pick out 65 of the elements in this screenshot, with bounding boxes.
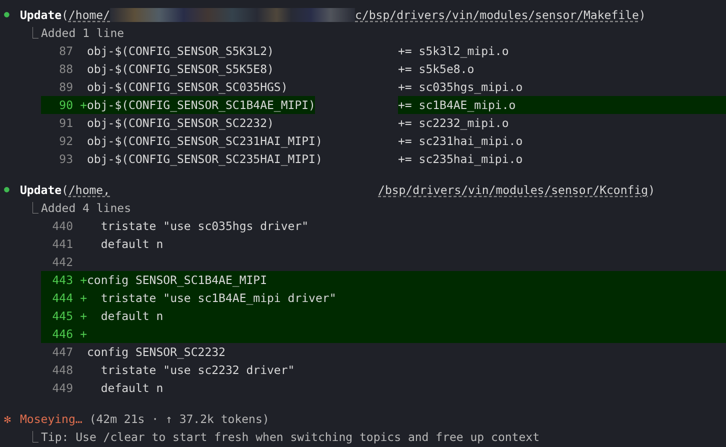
code-text: obj-$(CONFIG_SENSOR_SC235HAI_MIPI) [87,151,322,168]
line-number: 444 [51,290,73,307]
code-text: += sc1B4AE_mipi.o [398,98,516,112]
line-number: 443 [51,272,73,289]
code-text: += sc235hai_mipi.o [398,152,523,166]
tree-branch-icon: ⎿ [0,199,41,217]
action-label: Update [20,7,62,24]
file-path[interactable]: c/bsp/drivers/vin/modules/sensor/Makefile [355,6,639,24]
file-path[interactable]: /home/ [68,6,110,24]
line-number: 445 [51,308,73,325]
code-text: obj-$(CONFIG_SENSOR_SC2232) [87,115,274,132]
spinner-icon: ✻ [0,410,20,428]
line-number: 93 [58,151,73,168]
paren: ) [648,182,655,199]
tree-branch-icon: ⎿ [0,428,41,446]
code-text: config SENSOR_SC1B4AE_MIPI [87,272,268,289]
line-number: 449 [51,380,73,397]
code-text: tristate "use sc035hgs driver" [100,218,309,235]
line-number: 92 [58,133,73,150]
diff-sign: + [79,308,87,325]
line-number: 91 [58,115,73,132]
code-text: obj-$(CONFIG_SENSOR_SC035HGS) [87,79,288,96]
code-text: obj-$(CONFIG_SENSOR_S5K5E8) [87,61,274,78]
line-number: 87 [58,43,73,60]
file-path[interactable]: /bsp/drivers/vin/modules/sensor/Kconfig [378,181,648,199]
status-dot: ● [3,9,10,22]
line-number: 90 [58,97,73,114]
code-text: += s5k3l2_mipi.o [398,44,509,58]
diff-summary: Added 1 line [41,25,124,42]
diff-summary: Added 4 lines [41,200,132,217]
code-text: obj-$(CONFIG_SENSOR_S5K3L2) [87,43,274,60]
paren: ) [638,7,646,24]
code-text: default n [100,236,164,253]
status-detail: (42m 21s · ↑ 37.2k tokens) [89,411,270,428]
code-text: tristate "use sc2232 driver" [100,362,295,379]
line-number: 89 [58,79,73,96]
diff-sign: + [79,97,87,114]
code-text: config SENSOR_SC2232 [87,344,226,361]
tree-branch-icon: ⎿ [0,24,41,42]
line-number: 446 [51,326,73,343]
line-number: 440 [51,218,73,235]
paren: ( [62,182,68,199]
code-text: obj-$(CONFIG_SENSOR_SC231HAI_MIPI) [87,133,322,150]
tip-text: Tip: Use /clear to start fresh when switching topics and free up context [41,429,540,446]
code-text: += sc2232_mipi.o [398,116,509,130]
diff-sign: + [79,290,87,307]
line-number: 447 [51,344,73,361]
code-text: default n [100,380,164,397]
line-number: 88 [58,61,73,78]
line-number: 448 [51,362,73,379]
code-text: default n [100,308,164,325]
line-number: 442 [51,254,73,271]
status-dot: ● [3,184,10,197]
status-verb: Moseying… [20,411,82,428]
action-label: Update [20,182,62,199]
diff-sign: + [79,326,87,343]
paren: ( [62,7,68,24]
diff-sign: + [79,272,87,289]
code-text: += sc035hgs_mipi.o [398,80,523,94]
file-path[interactable]: /home, [68,181,110,199]
code-text: tristate "use sc1B4AE_mipi driver" [100,290,336,307]
code-text: += s5k5e8.o [398,62,474,76]
line-number: 441 [51,236,73,253]
code-text: += sc231hai_mipi.o [398,134,523,148]
code-text: obj-$(CONFIG_SENSOR_SC1B4AE_MIPI) [87,97,316,114]
